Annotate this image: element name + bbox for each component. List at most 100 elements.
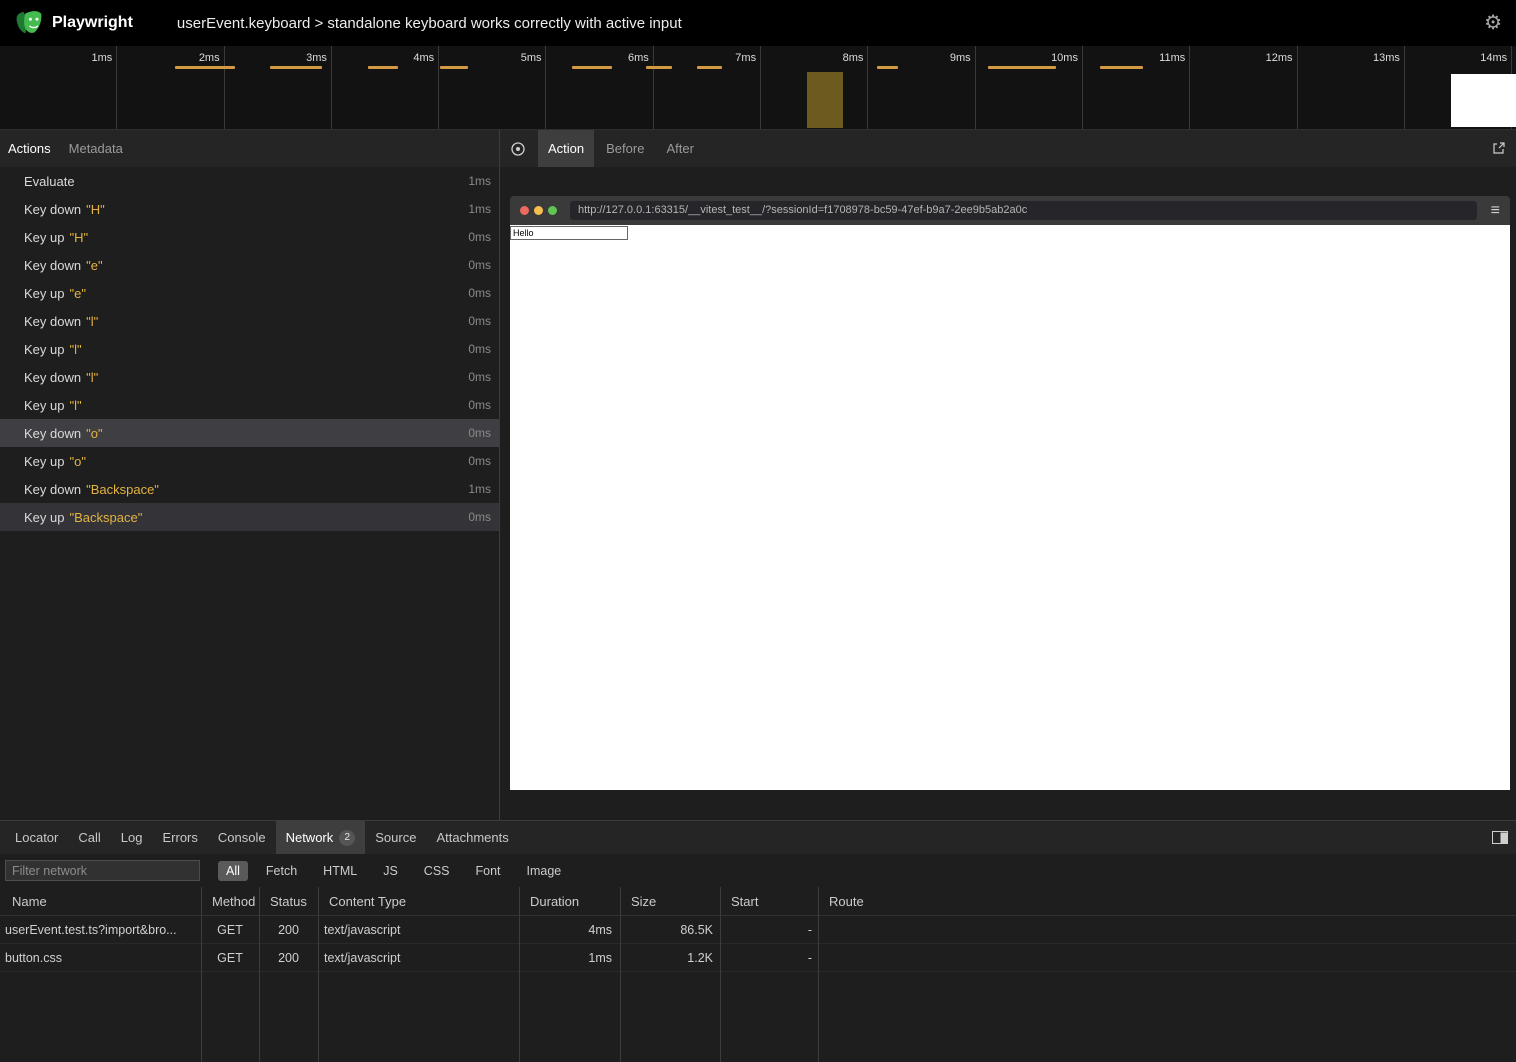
cell-duration: 1ms	[519, 944, 620, 971]
pick-locator-icon[interactable]	[510, 141, 526, 157]
network-row[interactable]: userEvent.test.ts?import&bro...GET200tex…	[0, 916, 1516, 944]
action-row[interactable]: Key down"o"0ms	[0, 419, 499, 447]
filter-chip-image[interactable]: Image	[519, 861, 570, 881]
timeline-column[interactable]: 13ms	[1298, 46, 1405, 129]
top-bar: Playwright userEvent.keyboard > standalo…	[0, 0, 1516, 46]
filter-chip-fetch[interactable]: Fetch	[258, 861, 305, 881]
cell-duration: 4ms	[519, 916, 620, 943]
tab-before[interactable]: Before	[596, 130, 654, 167]
action-duration: 1ms	[468, 202, 491, 216]
action-row[interactable]: Key up"o"0ms	[0, 447, 499, 475]
cell-content_type: text/javascript	[318, 944, 519, 971]
open-external-icon[interactable]	[1492, 141, 1506, 155]
timeline-label: 2ms	[199, 52, 220, 64]
action-row[interactable]: Key up"l"0ms	[0, 391, 499, 419]
timeline-column[interactable]: 1ms	[10, 46, 117, 129]
traffic-light-yellow-icon	[534, 206, 543, 215]
actions-panel: Actions Metadata Evaluate1msKey down"H"1…	[0, 130, 500, 820]
bottom-tab-log[interactable]: Log	[111, 821, 153, 854]
tab-action[interactable]: Action	[538, 130, 594, 167]
timeline-column[interactable]: 9ms	[868, 46, 975, 129]
timeline-label: 13ms	[1373, 52, 1400, 64]
cell-start: -	[720, 944, 818, 971]
action-title: Key up	[24, 510, 64, 525]
action-key-value: "o"	[86, 426, 102, 441]
timeline-column[interactable]: 3ms	[225, 46, 332, 129]
column-header-route: Route	[818, 887, 1516, 915]
action-row[interactable]: Key down"Backspace"1ms	[0, 475, 499, 503]
actions-tab-bar: Actions Metadata	[0, 130, 499, 167]
page-text-input[interactable]	[510, 226, 628, 240]
bottom-tab-console[interactable]: Console	[208, 821, 276, 854]
timeline-action-tick	[440, 66, 468, 69]
action-row[interactable]: Key down"H"1ms	[0, 195, 499, 223]
timeline-column[interactable]: 4ms	[332, 46, 439, 129]
action-row[interactable]: Key down"l"0ms	[0, 307, 499, 335]
network-filter-input[interactable]	[5, 860, 200, 881]
action-row[interactable]: Evaluate1ms	[0, 167, 499, 195]
settings-gear-icon[interactable]: ⚙	[1484, 13, 1502, 33]
column-divider	[259, 887, 260, 1062]
timeline-action-tick	[368, 66, 398, 69]
timeline-label: 7ms	[735, 52, 756, 64]
action-duration: 0ms	[468, 230, 491, 244]
action-title: Key up	[24, 342, 64, 357]
column-header-name: Name	[0, 887, 201, 915]
test-title: userEvent.keyboard > standalone keyboard…	[177, 15, 682, 32]
action-key-value: "e"	[69, 286, 85, 301]
action-row[interactable]: Key up"H"0ms	[0, 223, 499, 251]
timeline-column[interactable]: 2ms	[117, 46, 224, 129]
column-header-status: Status	[259, 887, 318, 915]
action-duration: 0ms	[468, 426, 491, 440]
timeline-column[interactable]: 10ms	[976, 46, 1083, 129]
bottom-tab-source[interactable]: Source	[365, 821, 426, 854]
timeline-label: 1ms	[92, 52, 113, 64]
action-row[interactable]: Key down"e"0ms	[0, 251, 499, 279]
timeline-column[interactable]: 5ms	[439, 46, 546, 129]
timeline-column[interactable]: 12ms	[1190, 46, 1297, 129]
trace-viewer-window: Playwright userEvent.keyboard > standalo…	[0, 0, 1516, 1062]
actions-list: Evaluate1msKey down"H"1msKey up"H"0msKey…	[0, 167, 499, 531]
action-key-value: "Backspace"	[86, 482, 159, 497]
filter-chip-js[interactable]: JS	[375, 861, 406, 881]
bottom-tab-locator[interactable]: Locator	[5, 821, 68, 854]
column-header-start: Start	[720, 887, 818, 915]
filter-chip-all[interactable]: All	[218, 861, 248, 881]
timeline-column[interactable]: 11ms	[1083, 46, 1190, 129]
timeline-action-tick	[646, 66, 672, 69]
cell-route	[818, 916, 1516, 943]
tab-label: Log	[121, 830, 143, 845]
action-key-value: "o"	[69, 454, 85, 469]
timeline[interactable]: 1ms2ms3ms4ms5ms6ms7ms8ms9ms10ms11ms12ms1…	[0, 46, 1516, 130]
network-row[interactable]: button.cssGET200text/javascript1ms1.2K-	[0, 944, 1516, 972]
cell-status: 200	[259, 916, 318, 943]
action-key-value: "H"	[69, 230, 88, 245]
filter-chip-font[interactable]: Font	[468, 861, 509, 881]
bottom-tab-errors[interactable]: Errors	[152, 821, 207, 854]
bottom-tab-network[interactable]: Network2	[276, 821, 366, 854]
bottom-tab-attachments[interactable]: Attachments	[426, 821, 518, 854]
tab-actions[interactable]: Actions	[8, 141, 51, 156]
timeline-selection[interactable]	[807, 72, 843, 128]
bottom-tab-call[interactable]: Call	[68, 821, 110, 854]
action-duration: 0ms	[468, 510, 491, 524]
timeline-columns: 1ms2ms3ms4ms5ms6ms7ms8ms9ms10ms11ms12ms1…	[10, 46, 1512, 129]
filter-chip-html[interactable]: HTML	[315, 861, 365, 881]
filter-chip-css[interactable]: CSS	[416, 861, 458, 881]
snapshot-panel: Action Before After http://127.0.0.1:633…	[500, 130, 1516, 820]
action-key-value: "l"	[69, 342, 81, 357]
tab-after[interactable]: After	[656, 130, 703, 167]
timeline-column[interactable]: 7ms	[654, 46, 761, 129]
timeline-label: 5ms	[521, 52, 542, 64]
timeline-action-tick	[988, 66, 1056, 69]
tab-metadata[interactable]: Metadata	[69, 141, 123, 156]
action-row[interactable]: Key down"l"0ms	[0, 363, 499, 391]
action-duration: 0ms	[468, 258, 491, 272]
action-row[interactable]: Key up"l"0ms	[0, 335, 499, 363]
action-row[interactable]: Key up"Backspace"0ms	[0, 503, 499, 531]
timeline-action-tick	[877, 66, 898, 69]
panel-layout-icon[interactable]	[1492, 831, 1508, 844]
timeline-column[interactable]: 6ms	[546, 46, 653, 129]
action-title: Evaluate	[24, 174, 75, 189]
action-row[interactable]: Key up"e"0ms	[0, 279, 499, 307]
